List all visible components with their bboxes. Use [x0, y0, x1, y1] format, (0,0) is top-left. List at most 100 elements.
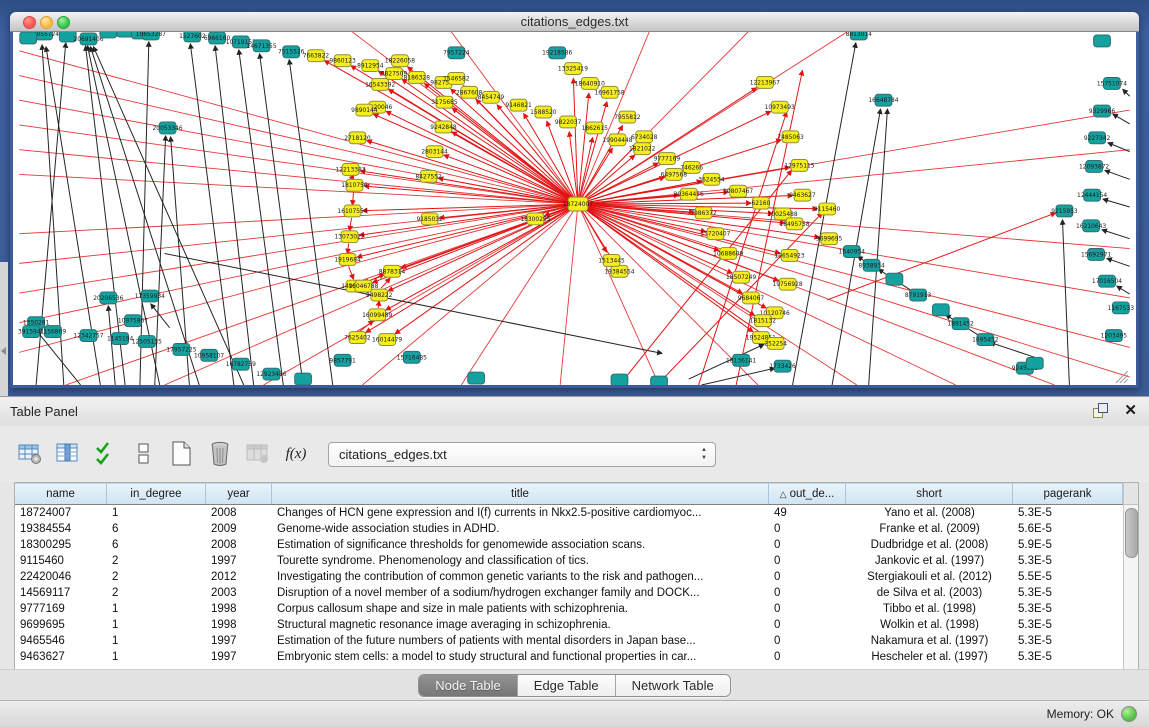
cell-out_degree: 0 — [769, 585, 846, 601]
new-document-icon[interactable] — [168, 440, 196, 468]
graph-node-label: 8813014 — [846, 32, 873, 38]
graph-node[interactable] — [20, 32, 37, 44]
graph-node-label: 1810756 — [341, 182, 368, 189]
graph-node-label: 19756928 — [773, 281, 803, 288]
float-panel-icon[interactable] — [1093, 403, 1108, 418]
graph-node-label: 9777169 — [654, 156, 681, 163]
graph-node-label: 9860123 — [329, 58, 356, 65]
graph-node[interactable] — [1094, 35, 1111, 47]
graph-node[interactable] — [611, 374, 628, 385]
network-svg: 7663822986012389129541822605898275091654… — [13, 32, 1136, 385]
column-header-pagerank[interactable]: pagerank — [1013, 483, 1123, 504]
column-header-title[interactable]: title — [272, 483, 769, 504]
graph-node[interactable] — [932, 304, 949, 316]
network-window[interactable]: citations_edges.txt 76638229860123891295… — [10, 12, 1139, 388]
column-header-out_de[interactable]: △out_de... — [769, 483, 846, 504]
cell-out_degree: 0 — [769, 649, 846, 665]
cell-in_degree: 1 — [107, 649, 206, 665]
table-row[interactable]: 1456911722003Disruption of a novel membe… — [15, 585, 1123, 601]
graph-node-label: 1815132 — [750, 318, 777, 325]
close-panel-icon[interactable]: ✕ — [1124, 403, 1137, 418]
cell-short: Hescheler et al. (1997) — [846, 649, 1013, 665]
graph-node[interactable] — [295, 373, 312, 385]
graph-node[interactable] — [100, 32, 117, 38]
cell-title: Estimation of the future numbers of pati… — [272, 633, 769, 649]
graph-node[interactable] — [651, 376, 668, 385]
select-checks-icon[interactable] — [92, 440, 120, 468]
table-row[interactable]: 2242004622012Investigating the contribut… — [15, 569, 1123, 585]
table-toolbar: f(x) citations_edges.txt ▲▼ — [0, 426, 1149, 482]
tab-edge-table[interactable]: Edge Table — [518, 675, 616, 696]
table-row[interactable]: 1938455462009Genome-wide association stu… — [15, 521, 1123, 537]
table-disabled-icon — [244, 440, 272, 468]
graph-node-label: 10653287 — [136, 32, 166, 38]
graph-node-label: 9329966 — [1089, 108, 1116, 115]
graph-node-label: 16782759 — [226, 361, 256, 368]
cell-year: 2009 — [206, 521, 272, 537]
graph-node-label: 7955812 — [614, 114, 641, 121]
graph-node[interactable] — [468, 372, 485, 384]
graph-node[interactable] — [886, 273, 903, 285]
tab-network-table[interactable]: Network Table — [616, 675, 730, 696]
network-canvas[interactable]: 7663822986012389129541822605898275091654… — [13, 32, 1136, 385]
cell-in_degree: 6 — [107, 521, 206, 537]
window-titlebar[interactable]: citations_edges.txt — [10, 12, 1139, 32]
cell-out_degree: 0 — [769, 633, 846, 649]
table-column-icon[interactable] — [54, 440, 82, 468]
scrollbar-thumb[interactable] — [1125, 508, 1138, 558]
graph-node[interactable] — [1026, 357, 1043, 369]
table-row[interactable]: 1872400712008Changes of HCN gene express… — [15, 505, 1123, 521]
table-settings-icon[interactable] — [16, 440, 44, 468]
graph-node-label: 7957224 — [443, 50, 470, 57]
graph-node-label: 1862615 — [582, 125, 609, 132]
cell-name: 22420046 — [15, 569, 107, 585]
graph-node-label: 17975115 — [784, 162, 814, 169]
table-row[interactable]: 1830029562008Estimation of significance … — [15, 537, 1123, 553]
table-select-dropdown[interactable]: citations_edges.txt ▲▼ — [328, 442, 716, 467]
table-scrollbar[interactable] — [1123, 483, 1138, 669]
memory-status-label: Memory: OK — [1047, 707, 1114, 721]
cell-pagerank: 5.6E-5 — [1013, 521, 1123, 537]
table-row[interactable]: 911546021997Tourette syndrome. Phenomeno… — [15, 553, 1123, 569]
cell-short: Wolkin et al. (1998) — [846, 617, 1013, 633]
node-table: namein_degreeyeartitle△out_de...shortpag… — [14, 482, 1139, 672]
column-pair-icon[interactable] — [130, 440, 158, 468]
graph-node-label: 10025488 — [768, 211, 798, 218]
cell-out_degree: 0 — [769, 601, 846, 617]
graph-node-label: 15716485 — [397, 354, 427, 361]
graph-node-label: 1733426 — [769, 363, 796, 370]
table-row[interactable]: 946362711997Embryonic stem cells: a mode… — [15, 649, 1123, 665]
graph-node-label: 1156869 — [40, 329, 67, 336]
function-icon[interactable]: f(x) — [282, 440, 310, 468]
graph-node-label: 8454749 — [478, 94, 505, 101]
cell-out_degree: 0 — [769, 553, 846, 569]
column-header-in_degree[interactable]: in_degree — [107, 483, 206, 504]
table-row[interactable]: 969969511998Structural magnetic resonanc… — [15, 617, 1123, 633]
graph-node-label: 1695452 — [972, 336, 999, 343]
graph-node-label: 1527602 — [179, 33, 206, 40]
graph-node-label: 12923486 — [256, 371, 286, 378]
tab-node-table[interactable]: Node Table — [419, 675, 518, 696]
graph-node-label: 16210643 — [1076, 223, 1106, 230]
graph-node-label: 8938934 — [858, 262, 885, 269]
graph-node-label: 19904448 — [602, 137, 632, 144]
column-header-short[interactable]: short — [846, 483, 1013, 504]
graph-node-label: 1588520 — [530, 109, 557, 116]
cell-short: Stergiakouli et al. (2012) — [846, 569, 1013, 585]
column-header-year[interactable]: year — [206, 483, 272, 504]
graph-node-label: 1919684 — [334, 256, 361, 263]
trash-icon[interactable] — [206, 440, 234, 468]
column-header-name[interactable]: name — [15, 483, 107, 504]
collapsed-side-panel[interactable] — [0, 262, 8, 396]
cell-name: 9699695 — [15, 617, 107, 633]
cell-name: 18300295 — [15, 537, 107, 553]
table-row[interactable]: 946554611997Estimation of the future num… — [15, 633, 1123, 649]
cell-out_degree: 0 — [769, 537, 846, 553]
expand-panel-icon[interactable] — [1, 347, 6, 355]
graph-node[interactable] — [117, 32, 134, 37]
sort-ascending-icon: △ — [780, 489, 787, 500]
cell-title: Structural magnetic resonance image aver… — [272, 617, 769, 633]
graph-node-label: 8791913 — [905, 292, 932, 299]
table-row[interactable]: 977716911998Corpus callosum shape and si… — [15, 601, 1123, 617]
cell-in_degree: 2 — [107, 553, 206, 569]
